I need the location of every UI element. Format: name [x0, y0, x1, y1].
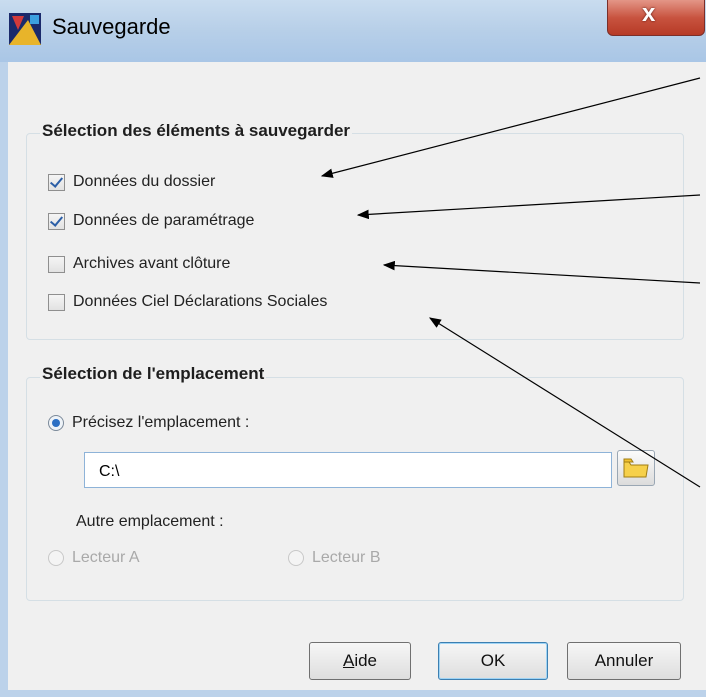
- arrow-line: [382, 260, 701, 284]
- arrow-line: [428, 317, 701, 488]
- arrow-line: [320, 77, 701, 178]
- annotation-arrows: [320, 77, 701, 488]
- sauvegarde-dialog: Sauvegarde x Sélection des éléments à sa…: [0, 0, 706, 697]
- arrow-line: [356, 194, 701, 220]
